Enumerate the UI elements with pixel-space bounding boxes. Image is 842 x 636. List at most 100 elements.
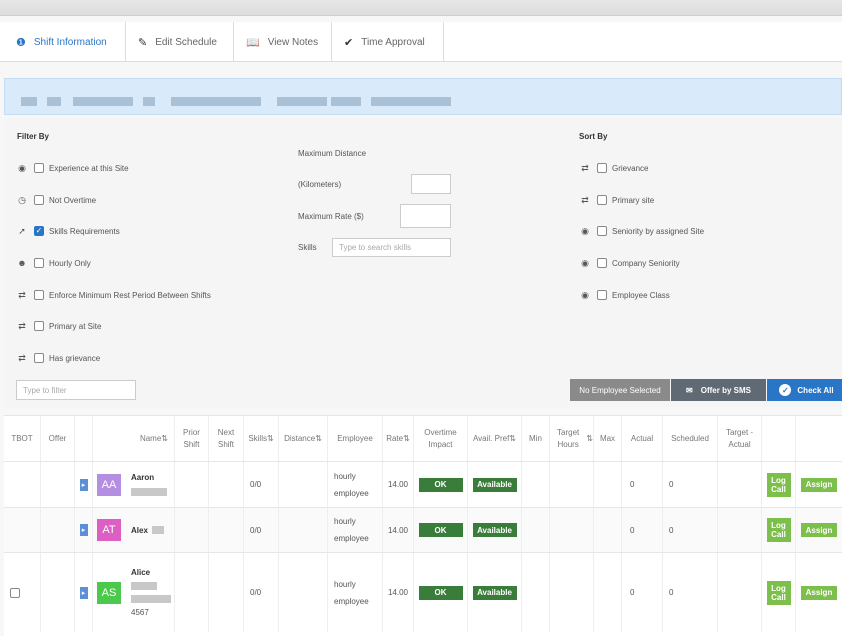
redacted-text (47, 97, 61, 106)
redacted-text (131, 582, 157, 590)
sort-primary-site[interactable]: ⇄ Primary site (579, 193, 654, 207)
skills-search-input[interactable]: Type to search skills (332, 238, 451, 257)
col-expand (75, 416, 93, 461)
sort-seniority-site-checkbox[interactable] (597, 226, 607, 236)
sort-primary-checkbox[interactable] (597, 195, 607, 205)
hourly-checkbox[interactable] (34, 258, 44, 268)
redacted-text (151, 526, 164, 534)
tab-shift-information[interactable]: ❶ Shift Information (4, 22, 126, 62)
max-distance-input[interactable] (411, 174, 451, 194)
filter-primary[interactable]: ⇄ Primary at Site (16, 319, 101, 333)
sort-icon: ⇅ (586, 433, 593, 443)
col-rate[interactable]: Rate ⇅ (383, 416, 414, 461)
assign-button[interactable]: Assign (801, 477, 837, 492)
sort-icon: ⇅ (403, 433, 410, 443)
user-icon: ☻ (17, 258, 27, 268)
col-scheduled: Scheduled (663, 416, 718, 461)
log-call-button[interactable]: Log Call (766, 580, 791, 605)
overtime-ok-badge: OK (418, 477, 463, 492)
expand-icon[interactable]: ▸ (79, 478, 88, 491)
exchange-icon: ⇄ (18, 352, 26, 363)
type-to-filter-input[interactable]: Type to filter (16, 380, 136, 400)
redacted-text (131, 595, 171, 603)
col-target-hours[interactable]: Target Hours ⇅ (550, 416, 594, 461)
avatar: AS (97, 581, 121, 604)
exchange-icon: ⇄ (581, 194, 589, 205)
available-badge: Available (472, 585, 517, 600)
redacted-text (171, 97, 261, 106)
sort-grievance-checkbox[interactable] (597, 163, 607, 173)
grievance-checkbox[interactable] (34, 353, 44, 363)
tab-edit-schedule[interactable]: ✎ Edit Schedule (126, 22, 234, 62)
assign-button[interactable]: Assign (801, 585, 837, 600)
employee-name: Aaron (131, 473, 155, 482)
sort-by-heading: Sort By (579, 132, 608, 141)
col-name[interactable]: Name ⇅ (93, 416, 175, 461)
employee-table: TBOT Offer Name ⇅ Prior Shift Next Shift … (4, 415, 842, 636)
col-skills[interactable]: Skills ⇅ (244, 416, 279, 461)
rate-value: 14.00 (383, 508, 414, 552)
col-target-actual: Target - Actual (718, 416, 762, 461)
rest-period-checkbox[interactable] (34, 290, 44, 300)
employee-name: Alice (131, 568, 151, 577)
sort-icon: ⇅ (315, 433, 322, 443)
skills-value: 0/0 (244, 508, 279, 552)
redacted-text (21, 97, 37, 106)
info-icon: ❶ (16, 36, 26, 49)
table-row: ▸ AS Alice 4567 0/0 hourly employee 14.00… (4, 552, 842, 632)
avatar: AT (97, 519, 121, 541)
redacted-text (277, 97, 327, 106)
book-icon: 📖 (246, 36, 260, 49)
check-circle-icon: ✓ (779, 384, 792, 396)
col-distance[interactable]: Distance ⇅ (279, 416, 328, 461)
expand-icon[interactable]: ▸ (79, 586, 88, 599)
actual-value: 0 (622, 462, 663, 507)
sort-employee-class[interactable]: ◉ Employee Class (579, 288, 670, 302)
sort-class-checkbox[interactable] (597, 290, 607, 300)
filter-hourly[interactable]: ☻ Hourly Only (16, 256, 91, 270)
exchange-icon: ⇄ (581, 162, 589, 173)
filter-grievance[interactable]: ⇄ Has grievance (16, 351, 100, 365)
filter-skills[interactable]: ➚ ✓ Skills Requirements (16, 224, 120, 238)
col-offer: Offer (41, 416, 75, 461)
sort-grievance[interactable]: ⇄ Grievance (579, 161, 648, 175)
shift-banner (4, 78, 842, 115)
no-employee-selected-button[interactable]: No Employee Selected (570, 379, 670, 401)
redacted-text (73, 97, 133, 106)
redacted-text (143, 97, 155, 106)
skills-checkbox[interactable]: ✓ (34, 226, 44, 236)
log-call-button[interactable]: Log Call (766, 472, 791, 497)
scheduled-value: 0 (663, 508, 718, 552)
expand-icon[interactable]: ▸ (79, 524, 88, 536)
experience-checkbox[interactable] (34, 163, 44, 173)
exchange-icon: ⇄ (18, 289, 26, 300)
exchange-icon: ⇄ (18, 320, 26, 331)
col-overtime-impact: Overtime Impact (414, 416, 468, 461)
filter-experience[interactable]: ◉ Experience at this Site (16, 161, 129, 175)
check-all-button[interactable]: ✓ Check All (767, 379, 842, 401)
available-badge: Available (472, 523, 517, 537)
sort-company-checkbox[interactable] (597, 258, 607, 268)
scheduled-value: 0 (663, 553, 718, 632)
tab-view-notes[interactable]: 📖 View Notes (234, 22, 332, 62)
actual-value: 0 (622, 553, 663, 632)
primary-checkbox[interactable] (34, 321, 44, 331)
filter-not-overtime[interactable]: ◷ Not Overtime (16, 193, 96, 207)
not-overtime-checkbox[interactable] (34, 195, 44, 205)
assign-button[interactable]: Assign (801, 523, 837, 537)
sort-seniority-site[interactable]: ◉ Seniority by assigned Site (579, 224, 704, 238)
avatar: AA (97, 473, 121, 496)
col-avail-pref[interactable]: Avail. Pref ⇅ (468, 416, 522, 461)
km-label: (Kilometers) (298, 180, 342, 189)
log-call-button[interactable]: Log Call (766, 518, 791, 542)
max-rate-input[interactable] (400, 204, 451, 228)
clock-icon: ◷ (18, 194, 26, 205)
filter-rest-period[interactable]: ⇄ Enforce Minimum Rest Period Between Sh… (16, 288, 211, 302)
col-next-shift: Next Shift (209, 416, 244, 461)
tbot-checkbox[interactable] (10, 587, 20, 598)
available-badge: Available (472, 477, 517, 492)
offer-by-sms-button[interactable]: ✉ Offer by SMS (671, 379, 766, 401)
sort-company-seniority[interactable]: ◉ Company Seniority (579, 256, 680, 270)
sort-icon: ⇅ (161, 433, 168, 443)
tab-time-approval[interactable]: ✔ Time Approval (332, 22, 444, 62)
